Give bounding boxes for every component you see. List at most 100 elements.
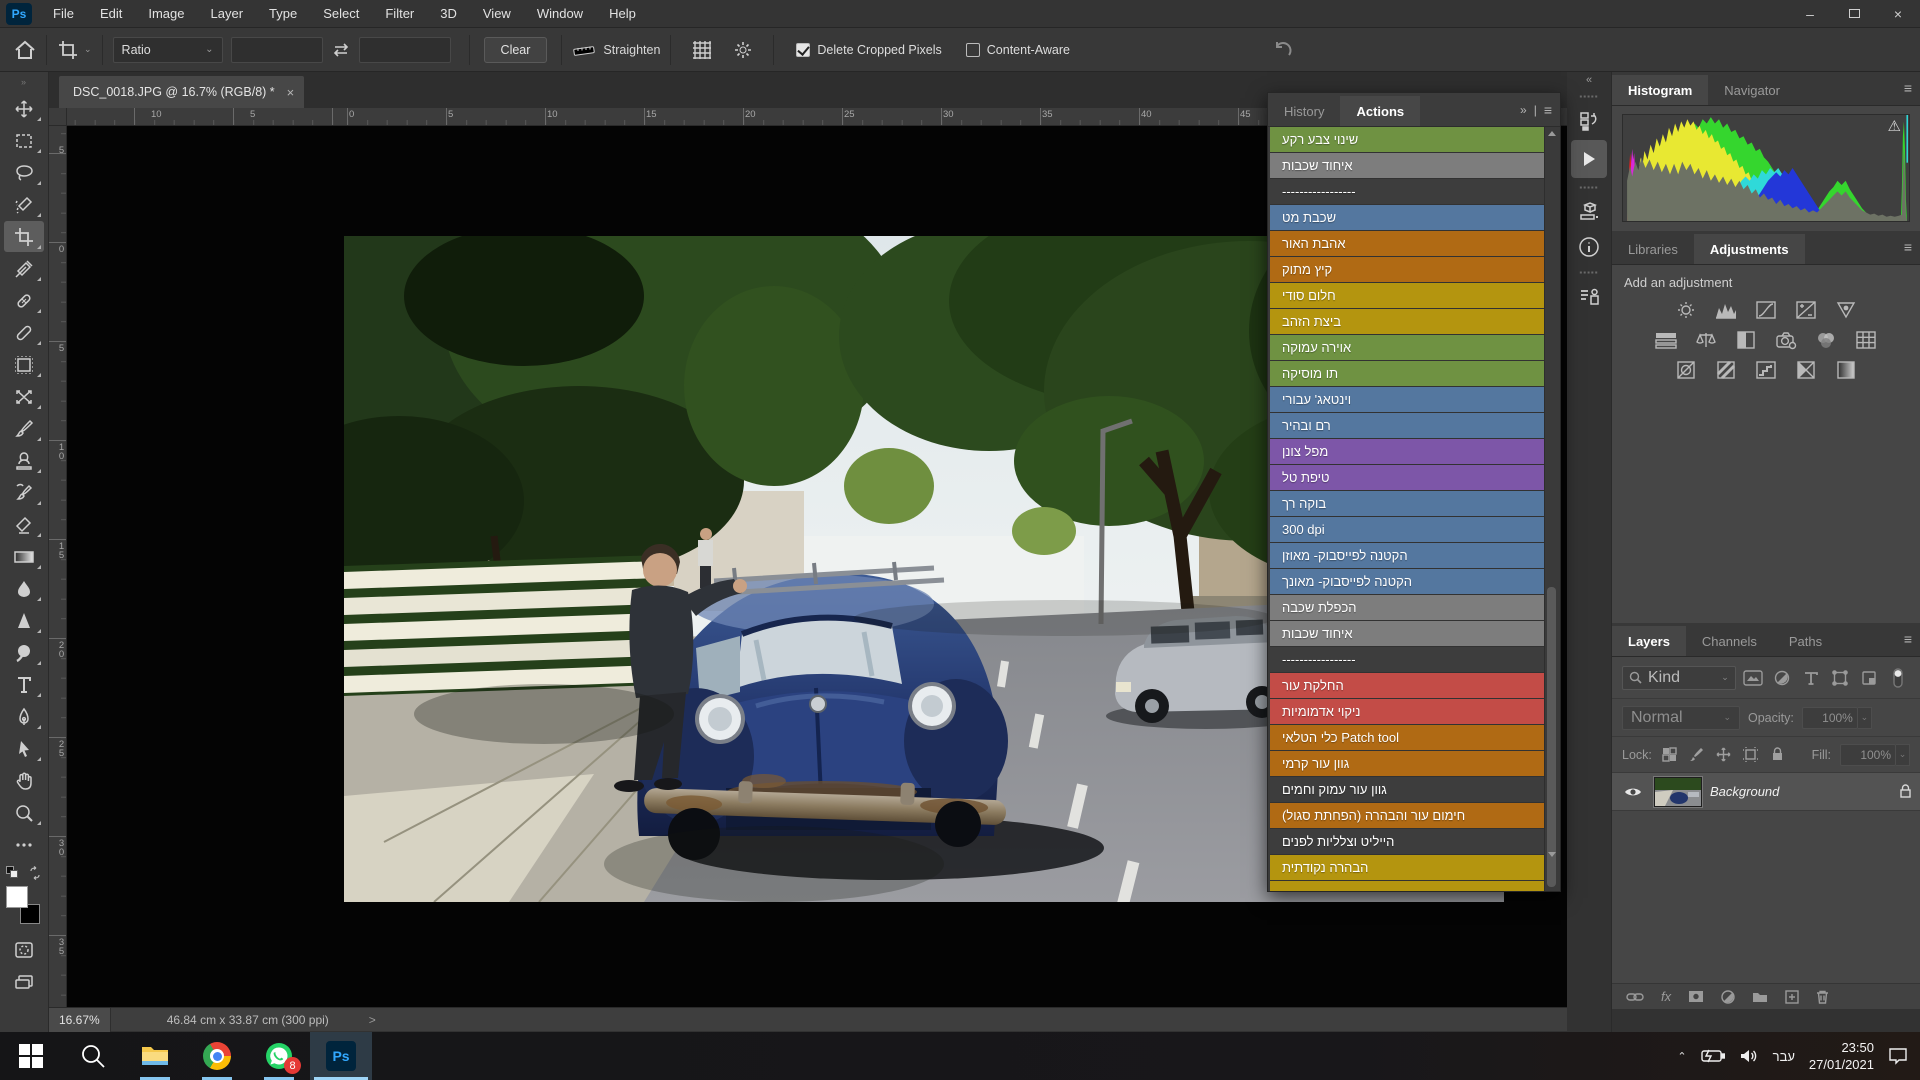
add-layer-mask-icon[interactable]	[1688, 990, 1704, 1003]
pen-tool[interactable]	[4, 701, 44, 732]
color-balance-icon[interactable]	[1693, 330, 1719, 350]
action-row[interactable]	[1270, 881, 1546, 891]
edit-toolbar-ellipsis-icon[interactable]	[4, 829, 44, 860]
levels-icon[interactable]	[1713, 300, 1739, 320]
filter-type-layers-icon[interactable]	[1800, 667, 1823, 689]
selective-color-icon[interactable]	[1833, 360, 1859, 380]
action-row[interactable]: הקטנה לפייסבוק- מאוזן	[1270, 543, 1546, 568]
volume-icon[interactable]	[1739, 1048, 1759, 1064]
brush-tool[interactable]	[4, 413, 44, 444]
vertical-ruler[interactable]: 505101520253035	[49, 126, 67, 1007]
menu-item[interactable]: Window	[524, 0, 596, 28]
action-row[interactable]: גוון עור עמוק וחמים	[1270, 777, 1546, 802]
layer-name[interactable]: Background	[1710, 784, 1779, 799]
minimize-button[interactable]: –	[1788, 0, 1832, 28]
action-row[interactable]: הייליט וצלליות לפנים	[1270, 829, 1546, 854]
action-row[interactable]: ניקוי אדמומיות	[1270, 699, 1546, 724]
lock-pixels-icon[interactable]	[1688, 744, 1706, 766]
restore-button[interactable]	[1832, 0, 1876, 28]
action-row[interactable]: שכבת מט	[1270, 205, 1546, 230]
move-tool[interactable]	[4, 93, 44, 124]
action-row[interactable]: הבהרה נקודתית	[1270, 855, 1546, 880]
status-options-chevron[interactable]: >	[369, 1013, 376, 1027]
crop-overlay-grid-icon[interactable]	[691, 39, 713, 61]
actions-play-icon[interactable]	[1571, 140, 1607, 178]
menu-item[interactable]: Filter	[372, 0, 427, 28]
panel-menu-icon[interactable]: ≡	[1904, 239, 1912, 255]
menu-item[interactable]: File	[40, 0, 87, 28]
action-row[interactable]: -----------------	[1270, 179, 1546, 204]
tab-adjustments[interactable]: Adjustments	[1694, 234, 1805, 264]
menu-item[interactable]: Help	[596, 0, 649, 28]
collapse-panels-icon[interactable]: «	[1567, 72, 1611, 90]
lock-all-icon[interactable]	[1769, 744, 1787, 766]
type-tool[interactable]	[4, 669, 44, 700]
rectangular-marquee-tool[interactable]	[4, 125, 44, 156]
action-row[interactable]: 300 dpi	[1270, 517, 1546, 542]
photo-filter-icon[interactable]	[1773, 330, 1799, 350]
file-explorer-icon[interactable]	[124, 1032, 186, 1080]
foreground-color-swatch[interactable]	[6, 886, 28, 908]
scroll-down-icon[interactable]	[1548, 852, 1556, 857]
action-row[interactable]: ביצת הזהב	[1270, 309, 1546, 334]
new-group-folder-icon[interactable]	[1752, 990, 1768, 1003]
action-row[interactable]: תו מוסיקה	[1270, 361, 1546, 386]
filter-pixel-layers-icon[interactable]	[1742, 667, 1765, 689]
chrome-icon[interactable]	[186, 1032, 248, 1080]
invert-icon[interactable]	[1673, 360, 1699, 380]
action-row[interactable]: איחוד שכבות	[1270, 621, 1546, 646]
crop-tool-preset-icon[interactable]: ⌄	[57, 39, 92, 61]
action-row[interactable]: אוירה עמוקה	[1270, 335, 1546, 360]
default-colors-icon[interactable]	[6, 866, 18, 878]
lasso-tool[interactable]	[4, 157, 44, 188]
sharpen-tool[interactable]	[4, 605, 44, 636]
content-aware-move-tool[interactable]	[4, 381, 44, 412]
new-adjustment-layer-icon[interactable]	[1721, 990, 1735, 1004]
new-layer-icon[interactable]	[1785, 990, 1799, 1004]
action-row[interactable]: קיץ מתוק	[1270, 257, 1546, 282]
hue-saturation-icon[interactable]	[1653, 330, 1679, 350]
brightness-contrast-icon[interactable]	[1673, 300, 1699, 320]
blend-mode-select[interactable]: Normal ⌄	[1622, 706, 1740, 730]
tab-libraries[interactable]: Libraries	[1612, 234, 1694, 264]
crop-width-input[interactable]	[231, 37, 323, 63]
home-icon[interactable]	[14, 40, 36, 60]
filter-adjustment-layers-icon[interactable]	[1771, 667, 1794, 689]
warning-icon[interactable]: ⚠	[1888, 117, 1901, 135]
crop-ratio-select[interactable]: Ratio ⌄	[113, 37, 223, 63]
blur-tool[interactable]	[4, 573, 44, 604]
start-button[interactable]	[0, 1032, 62, 1080]
whatsapp-icon[interactable]: 8	[248, 1032, 310, 1080]
content-aware-checkbox[interactable]: Content-Aware	[966, 43, 1070, 57]
spot-healing-brush-tool[interactable]	[4, 285, 44, 316]
action-row[interactable]: רם ובהיר	[1270, 413, 1546, 438]
layer-filter-kind-select[interactable]: Kind ⌄	[1622, 666, 1736, 690]
delete-cropped-pixels-checkbox[interactable]: Delete Cropped Pixels	[796, 43, 941, 57]
path-selection-tool[interactable]	[4, 733, 44, 764]
eraser-tool[interactable]	[4, 509, 44, 540]
layer-row-background[interactable]: Background	[1612, 773, 1920, 811]
menu-item[interactable]: View	[470, 0, 524, 28]
document-tab[interactable]: DSC_0018.JPG @ 16.7% (RGB/8) * ×	[59, 76, 304, 108]
channel-mixer-icon[interactable]	[1813, 330, 1839, 350]
exposure-icon[interactable]	[1793, 300, 1819, 320]
layer-style-fx-icon[interactable]: fx	[1661, 989, 1671, 1004]
menu-item[interactable]: 3D	[427, 0, 470, 28]
clipboard-history-icon[interactable]	[1571, 105, 1607, 137]
filter-smart-objects-icon[interactable]	[1858, 667, 1881, 689]
opacity-chevron[interactable]: ⌄	[1858, 707, 1872, 729]
action-row[interactable]: כלי הטלאי Patch tool	[1270, 725, 1546, 750]
collapse-panel-icon[interactable]: »	[1520, 103, 1527, 117]
filter-shape-layers-icon[interactable]	[1829, 667, 1852, 689]
action-row[interactable]: הכפלת שכבה	[1270, 595, 1546, 620]
opacity-field[interactable]: 100%	[1802, 707, 1858, 729]
clear-button[interactable]: Clear	[484, 37, 548, 63]
straighten-icon[interactable]	[572, 41, 596, 59]
battery-icon[interactable]	[1701, 1049, 1725, 1063]
zoom-level-field[interactable]: 16.67%	[49, 1008, 111, 1032]
crop-settings-gear-icon[interactable]	[733, 40, 753, 60]
black-white-icon[interactable]	[1733, 330, 1759, 350]
menu-item[interactable]: Type	[256, 0, 310, 28]
lock-transparency-icon[interactable]	[1661, 744, 1679, 766]
tab-layers[interactable]: Layers	[1612, 626, 1686, 656]
